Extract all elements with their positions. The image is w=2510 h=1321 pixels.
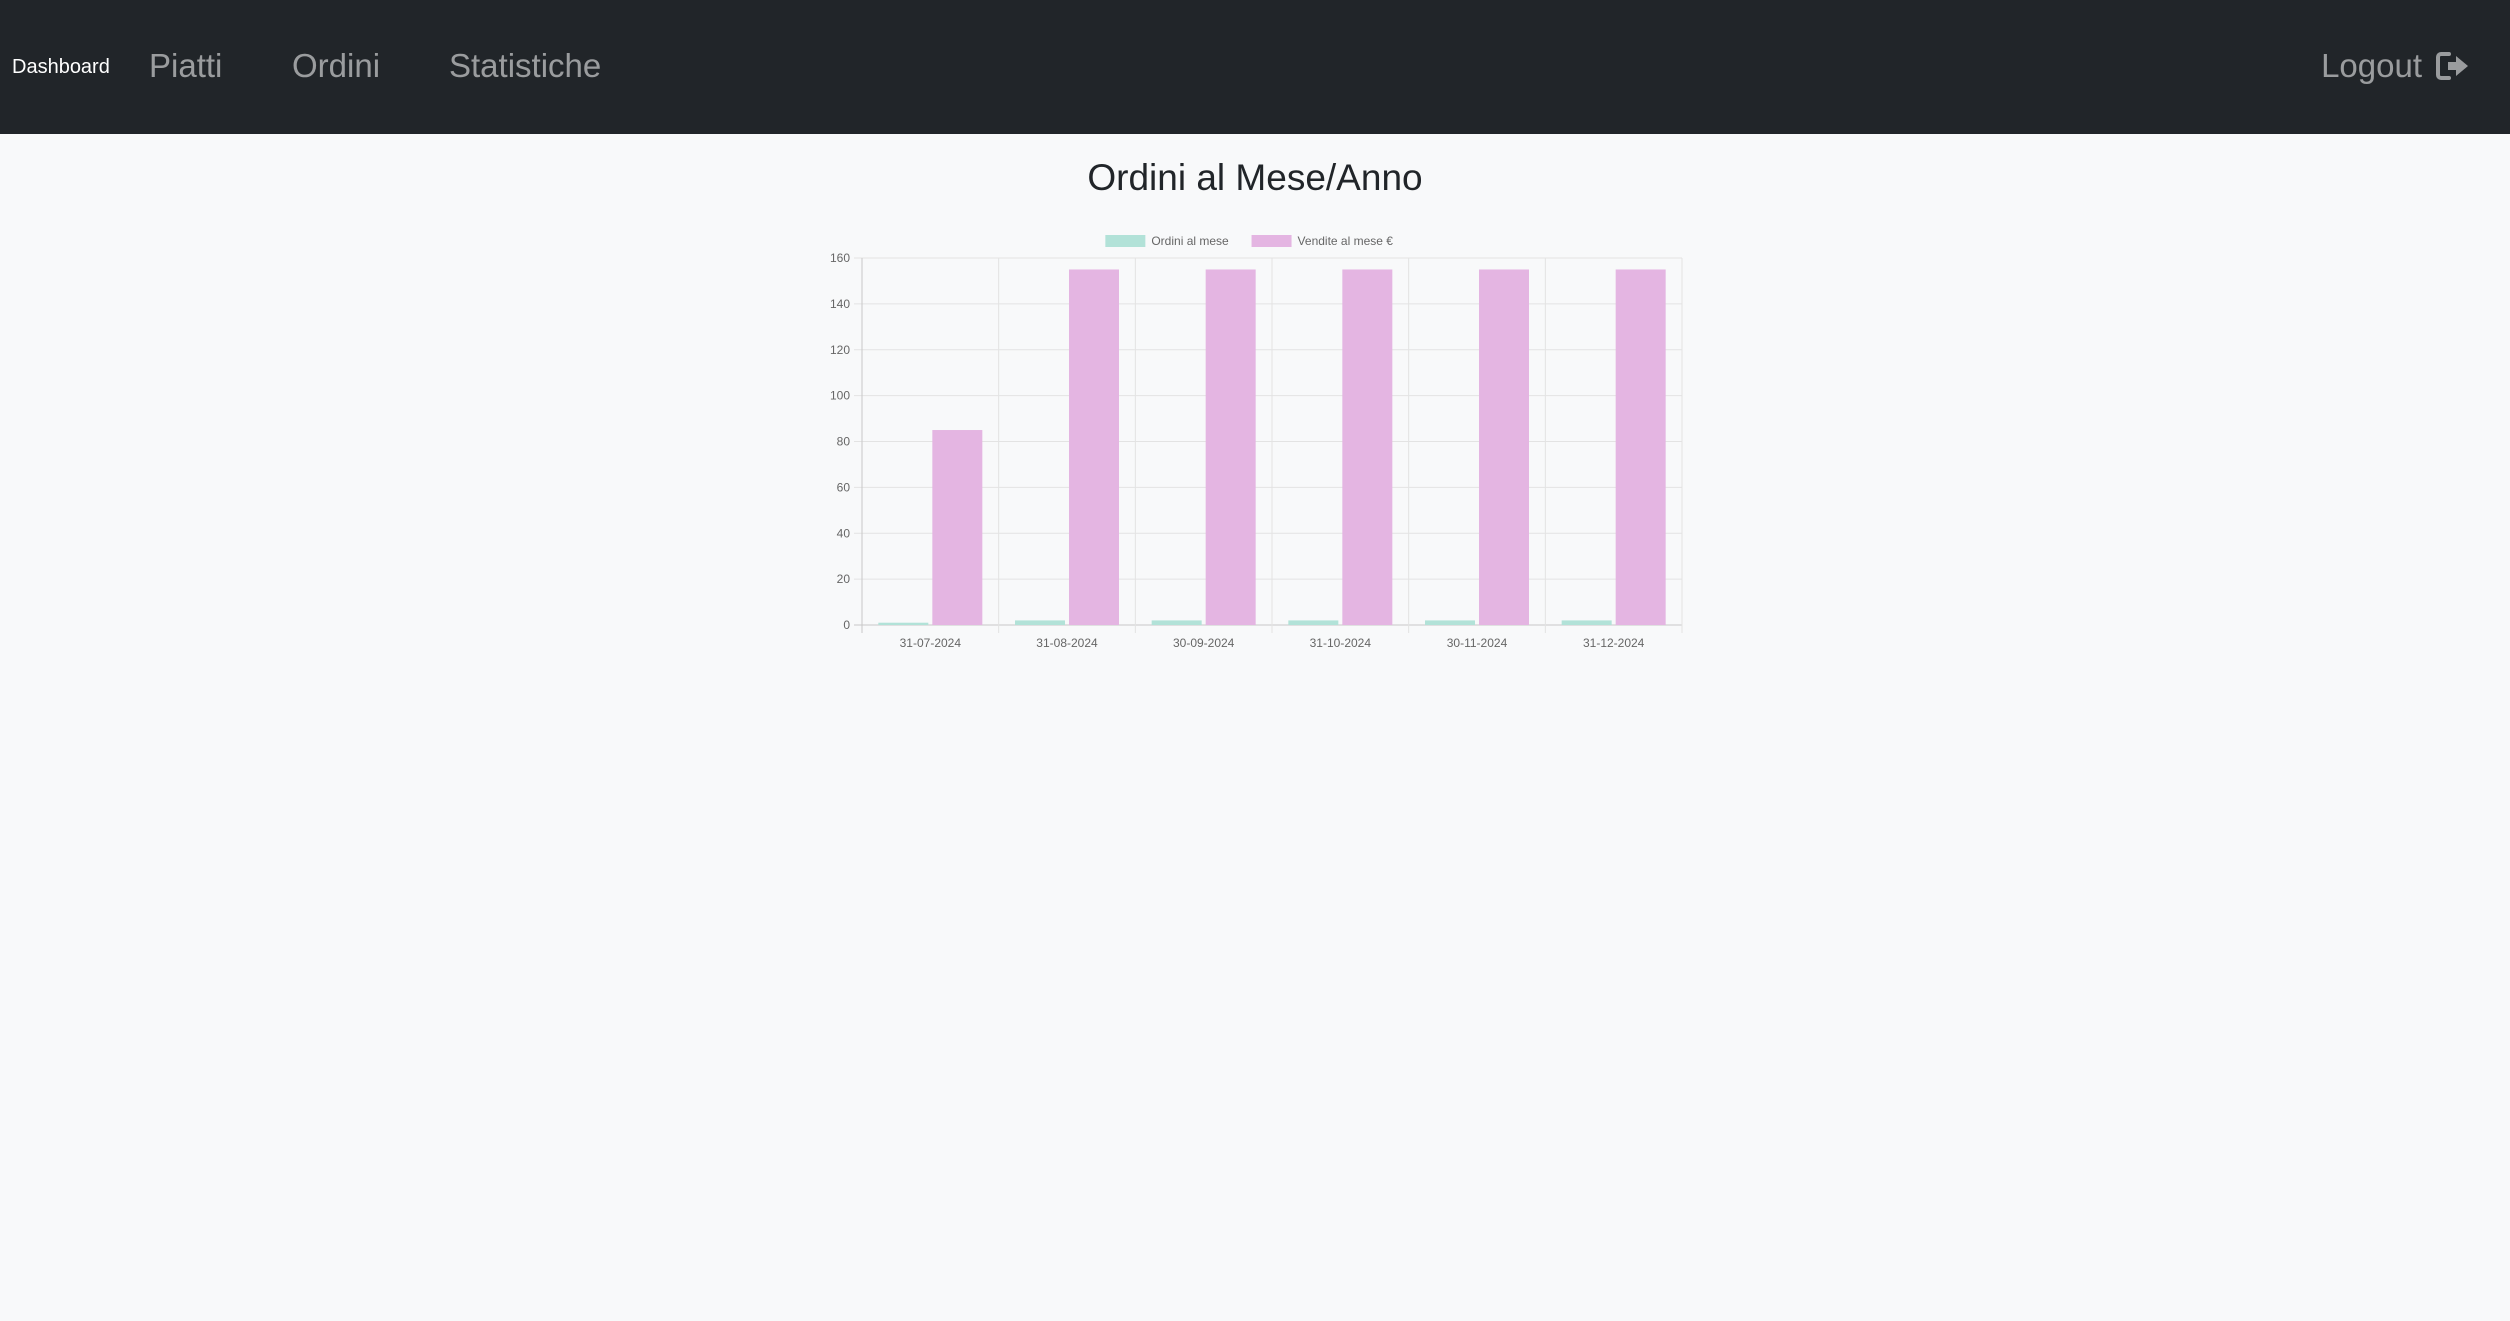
y-tick-label: 0 <box>843 618 850 632</box>
orders-bar-chart: 0 20 40 60 80 100 120 140 160 31-07-2024 31-08-202… <box>830 234 1683 650</box>
legend-label: Vendite al mese € <box>1298 234 1394 248</box>
bar-vendite <box>1069 269 1119 625</box>
bar-ordini <box>878 622 929 625</box>
x-tick-label: 31-07-2024 <box>900 636 962 650</box>
bar-ordini <box>1151 620 1202 625</box>
bar-vendite <box>1205 269 1256 625</box>
x-tick-label: 30-11-2024 <box>1447 636 1508 650</box>
y-tick-label: 80 <box>837 435 851 449</box>
x-tick-label: 30-09-2024 <box>1173 636 1235 650</box>
legend-label: Ordini al mese <box>1151 234 1229 248</box>
y-tick-label: 100 <box>830 389 850 403</box>
x-tick-label: 31-12-2024 <box>1583 636 1645 650</box>
y-tick-label: 120 <box>830 343 850 357</box>
bar-ordini <box>1015 620 1065 625</box>
bar-ordini <box>1425 620 1475 625</box>
bar-vendite <box>1479 269 1529 625</box>
legend-swatch <box>1105 235 1146 247</box>
bar-vendite <box>1615 269 1666 625</box>
legend-swatch <box>1251 235 1292 247</box>
y-tick-label: 60 <box>837 480 851 494</box>
bar-ordini <box>1288 620 1339 625</box>
x-tick-label: 31-10-2024 <box>1310 636 1372 650</box>
bar-ordini <box>1561 620 1612 625</box>
bar-vendite <box>1342 269 1393 625</box>
bar-vendite <box>932 430 983 625</box>
x-tick-label: 31-08-2024 <box>1036 636 1098 650</box>
y-tick-label: 140 <box>830 297 850 311</box>
y-tick-label: 40 <box>837 526 851 540</box>
y-tick-label: 20 <box>837 572 851 586</box>
y-tick-label: 160 <box>830 251 850 265</box>
